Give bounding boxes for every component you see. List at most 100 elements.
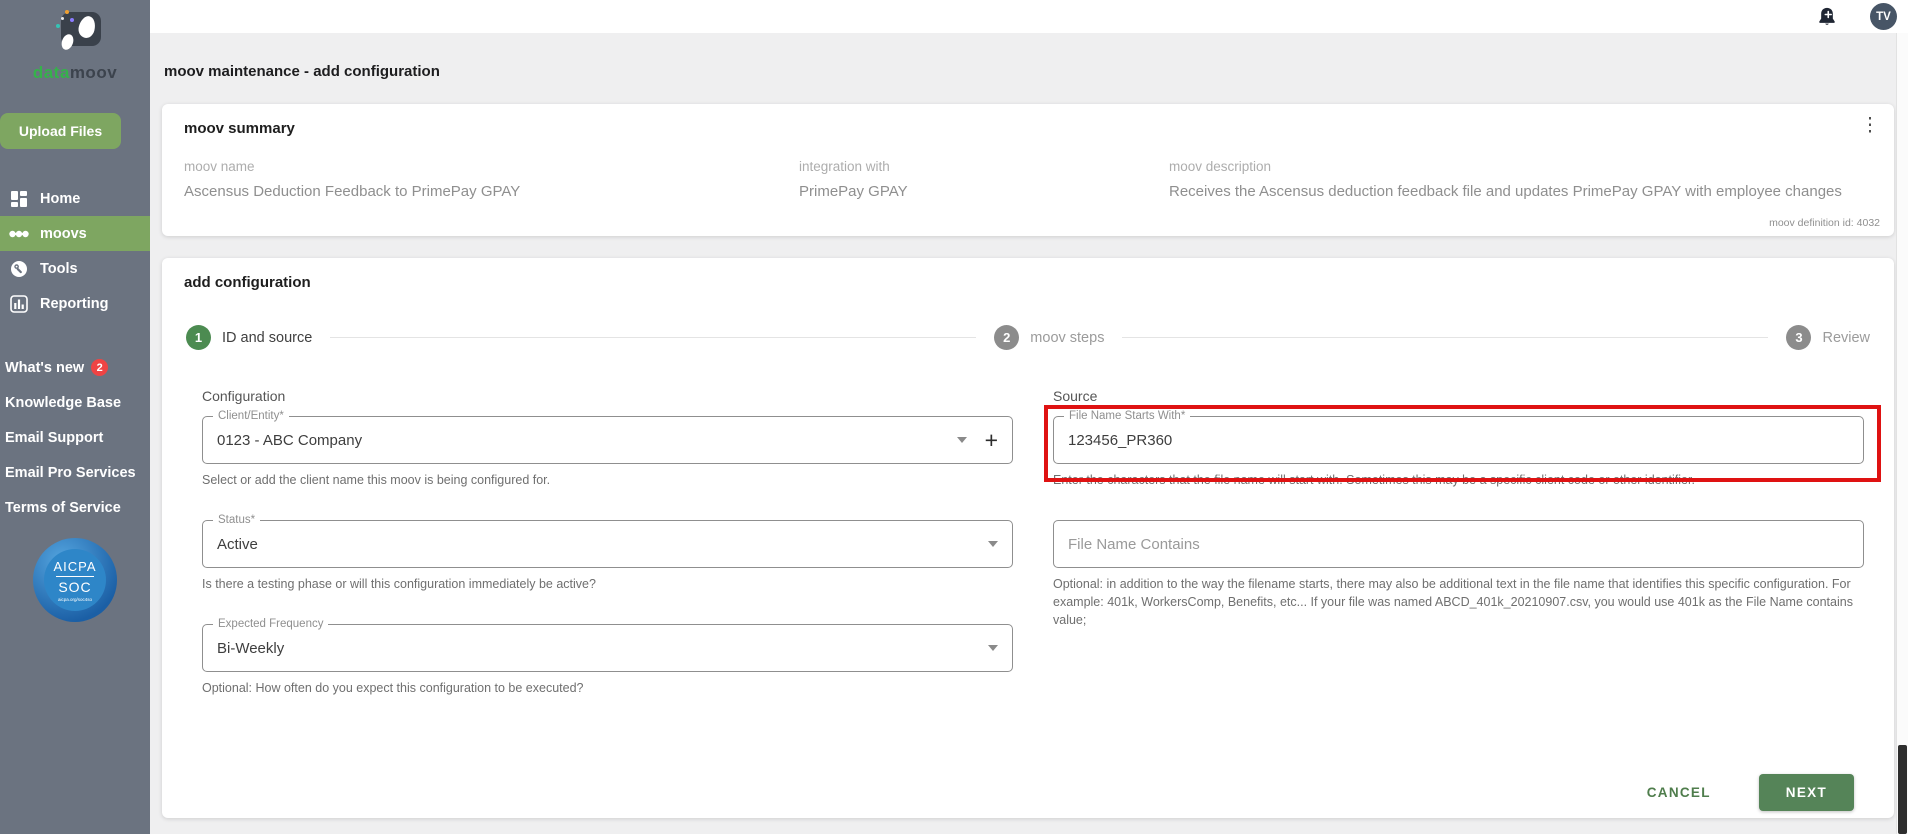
upload-files-button[interactable]: Upload Files — [0, 113, 121, 149]
step-moov-steps[interactable]: 2 moov steps — [994, 325, 1104, 350]
reporting-icon — [8, 294, 30, 313]
step-id-and-source[interactable]: 1 ID and source — [186, 325, 312, 350]
file-name-contains-field-block: Optional: in addition to the way the fil… — [1053, 520, 1864, 629]
configuration-section-label: Configuration — [202, 388, 286, 404]
client-entity-helper: Select or add the client name this moov … — [202, 473, 551, 487]
source-section-label: Source — [1053, 388, 1098, 404]
field-label: moov description — [1169, 159, 1272, 174]
sidebar-item-moovs[interactable]: moovs — [0, 216, 150, 251]
step-number: 1 — [186, 325, 211, 350]
aicpa-caption: aicpa.org/soc4so — [57, 596, 93, 602]
add-client-button[interactable]: + — [985, 428, 998, 452]
field-label: Expected Frequency — [213, 618, 329, 632]
client-entity-value: 0123 - ABC Company — [217, 431, 363, 449]
scrollbar-thumb[interactable] — [1898, 745, 1907, 834]
field-label: integration with — [799, 159, 890, 174]
status-field-block: Status* Active Is there a testing phase … — [202, 514, 1013, 593]
main-area: TV moov maintenance - add configuration … — [150, 0, 1908, 834]
expected-frequency-helper: Optional: How often do you expect this c… — [202, 681, 584, 696]
status-value: Active — [217, 535, 258, 553]
step-number: 2 — [994, 325, 1020, 350]
client-entity-field-block: Client/Entity* 0123 - ABC Company + Sele… — [202, 410, 1013, 489]
configuration-column: Configuration Client/Entity* 0123 - ABC … — [202, 388, 1013, 728]
sidebar-link-terms-of-service[interactable]: Terms of Service — [5, 500, 150, 516]
sidebar-item-label: Tools — [40, 260, 78, 277]
sidebar: datamoov Upload Files Home moovs Tools R… — [0, 0, 150, 834]
field-value: PrimePay GPAY — [799, 183, 908, 200]
brand-logo[interactable]: datamoov — [0, 0, 150, 83]
moov-summary-card: moov summary ⋮ moov name Ascensus Deduct… — [162, 104, 1894, 236]
configuration-form: Configuration Client/Entity* 0123 - ABC … — [162, 388, 1894, 728]
summary-field-moov-description: moov description Receives the Ascensus d… — [1169, 159, 1872, 200]
brand-name: datamoov — [32, 63, 118, 82]
summary-card-title: moov summary — [184, 120, 295, 137]
chevron-down-icon[interactable] — [956, 437, 967, 443]
file-name-starts-with-helper: Enter the characters that the file name … — [1053, 473, 1695, 487]
step-number: 3 — [1786, 325, 1812, 350]
sidebar-link-label: Email Pro Services — [5, 465, 136, 481]
summary-fields: moov name Ascensus Deduction Feedback to… — [184, 159, 1872, 200]
sidebar-nav: Home moovs Tools Reporting — [0, 181, 150, 321]
user-avatar[interactable]: TV — [1870, 3, 1897, 30]
stepper-connector — [330, 337, 977, 338]
app-window: datamoov Upload Files Home moovs Tools R… — [0, 0, 1908, 834]
sidebar-item-tools[interactable]: Tools — [0, 251, 150, 286]
notifications-bell-icon[interactable] — [1817, 6, 1837, 28]
sidebar-link-knowledge-base[interactable]: Knowledge Base — [5, 395, 150, 411]
field-label: File Name Starts With* — [1064, 410, 1191, 423]
file-name-starts-with-field-block: File Name Starts With* 123456_PR360 Ente… — [1044, 405, 1881, 489]
cancel-button[interactable]: CANCEL — [1641, 784, 1717, 801]
sidebar-link-email-pro-services[interactable]: Email Pro Services — [5, 465, 150, 481]
brand-logo-icon — [43, 8, 107, 60]
field-label: moov name — [184, 159, 255, 174]
field-label: Status* — [213, 514, 261, 528]
step-label: Review — [1822, 329, 1871, 346]
tools-icon — [8, 260, 30, 278]
moov-definition-id: moov definition id: 4032 — [1769, 217, 1880, 229]
page-title: moov maintenance - add configuration — [164, 63, 440, 80]
chevron-down-icon[interactable] — [988, 645, 998, 652]
sidebar-item-reporting[interactable]: Reporting — [0, 286, 150, 321]
chevron-down-icon[interactable] — [988, 541, 998, 548]
topbar: TV — [150, 0, 1908, 33]
sidebar-item-label: moovs — [40, 225, 87, 242]
source-column: Source File Name Starts With* 123456_PR3… — [1044, 388, 1881, 728]
sidebar-links: What's new 2 Knowledge Base Email Suppor… — [0, 359, 150, 516]
sidebar-item-home[interactable]: Home — [0, 181, 150, 216]
field-value: Ascensus Deduction Feedback to PrimePay … — [184, 183, 521, 200]
file-name-starts-with-value: 123456_PR360 — [1068, 431, 1173, 449]
next-button[interactable]: NEXT — [1758, 774, 1854, 812]
stepper: 1 ID and source 2 moov steps 3 Review — [186, 325, 1870, 350]
soc-text: SOC — [58, 578, 92, 595]
client-entity-select[interactable]: Client/Entity* 0123 - ABC Company + — [202, 410, 1013, 464]
sidebar-link-email-support[interactable]: Email Support — [5, 430, 150, 446]
aicpa-text: AICPA — [53, 558, 97, 574]
vertical-scrollbar — [1896, 33, 1908, 834]
add-configuration-card: add configuration 1 ID and source 2 moov… — [162, 258, 1894, 818]
config-card-title: add configuration — [184, 274, 311, 291]
dashboard-icon — [8, 190, 30, 208]
summary-field-integration-with: integration with PrimePay GPAY — [799, 159, 1169, 200]
sidebar-link-label: Knowledge Base — [5, 395, 122, 411]
expected-frequency-select[interactable]: Expected Frequency Bi-Weekly — [202, 618, 1013, 673]
page-content: moov maintenance - add configuration moo… — [150, 33, 1908, 834]
sidebar-link-label: Email Support — [5, 430, 104, 446]
form-actions: CANCEL NEXT — [162, 774, 1894, 812]
sidebar-link-whats-new[interactable]: What's new 2 — [5, 359, 150, 376]
field-value: Receives the Ascensus deduction feedback… — [1169, 183, 1842, 200]
status-select[interactable]: Status* Active — [202, 514, 1013, 569]
file-name-contains-input[interactable] — [1053, 520, 1864, 569]
aicpa-soc-badge: AICPA SOC aicpa.org/soc4so — [33, 538, 117, 622]
sidebar-item-label: Home — [40, 190, 81, 207]
summary-field-moov-name: moov name Ascensus Deduction Feedback to… — [184, 159, 799, 200]
aicpa-soc-badge-inner: AICPA SOC aicpa.org/soc4so — [44, 549, 106, 611]
kebab-menu-icon[interactable]: ⋮ — [1860, 116, 1880, 136]
sidebar-item-label: Reporting — [40, 295, 109, 312]
file-name-starts-with-input[interactable]: File Name Starts With* 123456_PR360 — [1053, 410, 1864, 464]
moovs-chain-icon — [8, 229, 30, 239]
step-review[interactable]: 3 Review — [1786, 325, 1870, 350]
expected-frequency-field-block: Expected Frequency Bi-Weekly Optional: H… — [202, 618, 1013, 697]
status-helper: Is there a testing phase or will this co… — [202, 577, 596, 592]
sidebar-link-label: Terms of Service — [5, 500, 121, 516]
field-label: Client/Entity* — [213, 410, 289, 423]
